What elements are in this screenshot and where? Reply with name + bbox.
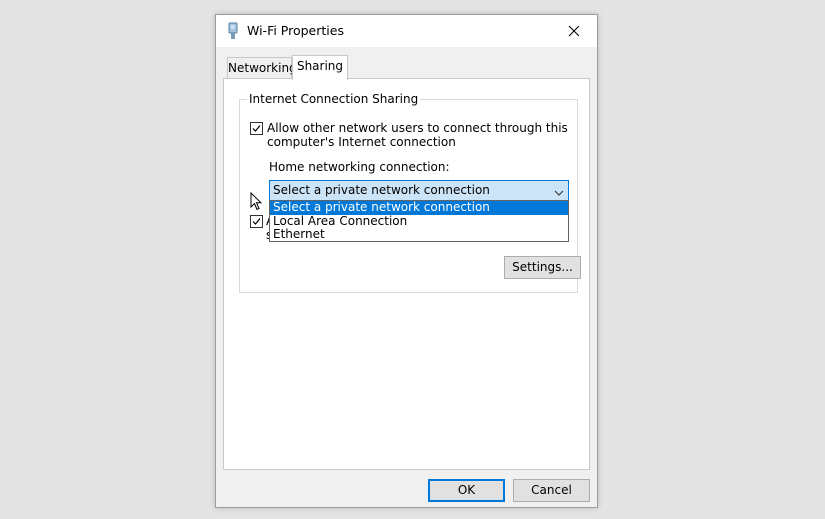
combo-selected-value: Select a private network connection: [273, 183, 490, 197]
group-title: Internet Connection Sharing: [247, 92, 421, 106]
checkmark-icon: [252, 125, 261, 132]
mouse-pointer-icon: [250, 191, 263, 214]
settings-button[interactable]: Settings...: [504, 256, 581, 279]
wifi-adapter-icon: [226, 22, 240, 40]
checkmark-icon: [252, 218, 261, 225]
combo-dropdown-list: Select a private network connection Loca…: [269, 200, 569, 242]
tab-networking[interactable]: Networking: [227, 57, 297, 79]
home-connection-combobox[interactable]: Select a private network connection: [269, 180, 569, 201]
tab-sharing[interactable]: Sharing: [292, 55, 348, 80]
allow-connect-checkbox[interactable]: [250, 122, 263, 135]
title-bar[interactable]: Wi-Fi Properties: [216, 15, 597, 47]
cancel-button[interactable]: Cancel: [513, 479, 590, 502]
chevron-down-icon: [554, 186, 564, 200]
close-icon: [568, 25, 580, 37]
close-button[interactable]: [551, 15, 597, 47]
allow-connect-label-line1[interactable]: Allow other network users to connect thr…: [267, 121, 568, 135]
option-select-private[interactable]: Select a private network connection: [270, 201, 568, 215]
allow-connect-label-line2[interactable]: computer's Internet connection: [267, 135, 456, 149]
home-connection-label: Home networking connection:: [269, 160, 450, 174]
internet-connection-sharing-group: Internet Connection Sharing Allow other …: [239, 92, 581, 293]
allow-control-checkbox[interactable]: [250, 215, 263, 228]
wifi-properties-dialog: Wi-Fi Properties Networking Sharing Inte…: [215, 14, 598, 508]
option-ethernet[interactable]: Ethernet: [270, 228, 568, 242]
window-title: Wi-Fi Properties: [247, 23, 344, 38]
ok-button[interactable]: OK: [428, 479, 505, 502]
sharing-tab-panel: Internet Connection Sharing Allow other …: [223, 78, 590, 470]
